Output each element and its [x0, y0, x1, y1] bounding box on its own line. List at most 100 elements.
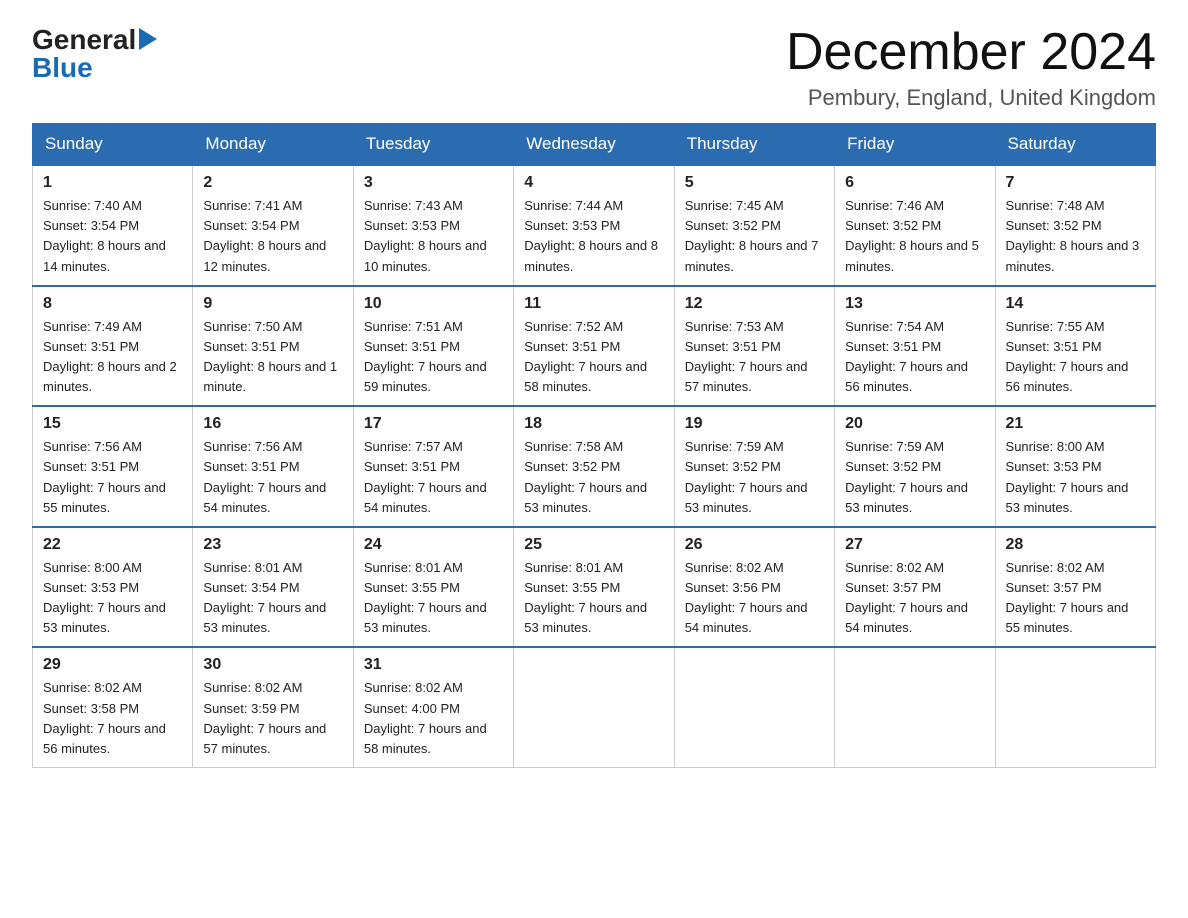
day-number: 31: [364, 656, 503, 674]
day-number: 7: [1006, 174, 1145, 192]
day-info: Sunrise: 7:57 AMSunset: 3:51 PMDaylight:…: [364, 437, 503, 518]
day-number: 27: [845, 536, 984, 554]
day-number: 18: [524, 415, 663, 433]
page-subtitle: Pembury, England, United Kingdom: [786, 85, 1156, 111]
calendar-day-26: 26 Sunrise: 8:02 AMSunset: 3:56 PMDayligh…: [674, 527, 834, 648]
calendar-day-29: 29Sunrise: 8:02 AMSunset: 3:58 PMDayligh…: [33, 647, 193, 767]
day-number: 19: [685, 415, 824, 433]
calendar-day-12: 12 Sunrise: 7:53 AMSunset: 3:51 PMDayligh…: [674, 286, 834, 407]
calendar-day-21: 21Sunrise: 8:00 AMSunset: 3:53 PMDayligh…: [995, 406, 1155, 527]
day-info: Sunrise: 8:02 AMSunset: 4:00 PMDaylight:…: [364, 678, 503, 759]
page-header: General Blue December 2024 Pembury, Engl…: [32, 24, 1156, 111]
calendar-header-row: Sunday Monday Tuesday Wednesday Thursday…: [33, 124, 1156, 166]
day-info: Sunrise: 7:56 AMSunset: 3:51 PMDaylight:…: [203, 437, 342, 518]
day-number: 9: [203, 295, 342, 313]
calendar-day-15: 15 Sunrise: 7:56 AMSunset: 3:51 PMDayligh…: [33, 406, 193, 527]
day-number: 25: [524, 536, 663, 554]
col-sunday: Sunday: [33, 124, 193, 166]
day-number: 4: [524, 174, 663, 192]
day-number: 30: [203, 656, 342, 674]
calendar-day-19: 19 Sunrise: 7:59 AMSunset: 3:52 PMDayligh…: [674, 406, 834, 527]
calendar-week-1: 1 Sunrise: 7:40 AMSunset: 3:54 PMDaylight…: [33, 165, 1156, 286]
day-number: 17: [364, 415, 503, 433]
calendar-day-3: 3Sunrise: 7:43 AMSunset: 3:53 PMDaylight…: [353, 165, 513, 286]
calendar-week-4: 22 Sunrise: 8:00 AMSunset: 3:53 PMDayligh…: [33, 527, 1156, 648]
calendar-empty-cell: [835, 647, 995, 767]
day-info: Sunrise: 8:01 AMSunset: 3:54 PMDaylight:…: [203, 558, 342, 639]
day-info: Sunrise: 7:40 AMSunset: 3:54 PMDaylight:…: [43, 196, 182, 277]
day-info: Sunrise: 7:46 AMSunset: 3:52 PMDaylight:…: [845, 196, 984, 277]
day-info: Sunrise: 8:02 AMSunset: 3:56 PMDaylight:…: [685, 558, 824, 639]
calendar-day-31: 31 Sunrise: 8:02 AMSunset: 4:00 PMDayligh…: [353, 647, 513, 767]
calendar-day-11: 11Sunrise: 7:52 AMSunset: 3:51 PMDayligh…: [514, 286, 674, 407]
day-number: 5: [685, 174, 824, 192]
calendar-day-8: 8Sunrise: 7:49 AMSunset: 3:51 PMDaylight…: [33, 286, 193, 407]
calendar-empty-cell: [995, 647, 1155, 767]
day-info: Sunrise: 8:01 AMSunset: 3:55 PMDaylight:…: [524, 558, 663, 639]
calendar-day-5: 5 Sunrise: 7:45 AMSunset: 3:52 PMDaylight…: [674, 165, 834, 286]
day-info: Sunrise: 8:00 AMSunset: 3:53 PMDaylight:…: [43, 558, 182, 639]
day-number: 16: [203, 415, 342, 433]
calendar-day-22: 22 Sunrise: 8:00 AMSunset: 3:53 PMDayligh…: [33, 527, 193, 648]
day-number: 15: [43, 415, 182, 433]
day-info: Sunrise: 7:53 AMSunset: 3:51 PMDaylight:…: [685, 317, 824, 398]
calendar-day-17: 17 Sunrise: 7:57 AMSunset: 3:51 PMDayligh…: [353, 406, 513, 527]
day-info: Sunrise: 7:45 AMSunset: 3:52 PMDaylight:…: [685, 196, 824, 277]
calendar-day-28: 28 Sunrise: 8:02 AMSunset: 3:57 PMDayligh…: [995, 527, 1155, 648]
calendar-day-13: 13 Sunrise: 7:54 AMSunset: 3:51 PMDayligh…: [835, 286, 995, 407]
col-saturday: Saturday: [995, 124, 1155, 166]
calendar-day-30: 30Sunrise: 8:02 AMSunset: 3:59 PMDayligh…: [193, 647, 353, 767]
logo-blue-text: Blue: [32, 52, 93, 84]
col-thursday: Thursday: [674, 124, 834, 166]
calendar-day-18: 18 Sunrise: 7:58 AMSunset: 3:52 PMDayligh…: [514, 406, 674, 527]
calendar-day-27: 27 Sunrise: 8:02 AMSunset: 3:57 PMDayligh…: [835, 527, 995, 648]
day-number: 20: [845, 415, 984, 433]
calendar-day-20: 20 Sunrise: 7:59 AMSunset: 3:52 PMDayligh…: [835, 406, 995, 527]
day-number: 13: [845, 295, 984, 313]
day-info: Sunrise: 8:02 AMSunset: 3:57 PMDaylight:…: [845, 558, 984, 639]
day-info: Sunrise: 7:49 AMSunset: 3:51 PMDaylight:…: [43, 317, 182, 398]
calendar-day-9: 9Sunrise: 7:50 AMSunset: 3:51 PMDaylight…: [193, 286, 353, 407]
day-number: 11: [524, 295, 663, 313]
day-info: Sunrise: 7:56 AMSunset: 3:51 PMDaylight:…: [43, 437, 182, 518]
day-number: 26: [685, 536, 824, 554]
day-info: Sunrise: 7:44 AMSunset: 3:53 PMDaylight:…: [524, 196, 663, 277]
day-info: Sunrise: 7:51 AMSunset: 3:51 PMDaylight:…: [364, 317, 503, 398]
col-friday: Friday: [835, 124, 995, 166]
logo: General Blue: [32, 24, 157, 84]
calendar-empty-cell: [674, 647, 834, 767]
day-number: 2: [203, 174, 342, 192]
day-number: 12: [685, 295, 824, 313]
calendar-week-2: 8Sunrise: 7:49 AMSunset: 3:51 PMDaylight…: [33, 286, 1156, 407]
day-info: Sunrise: 7:58 AMSunset: 3:52 PMDaylight:…: [524, 437, 663, 518]
day-number: 1: [43, 174, 182, 192]
calendar-day-2: 2Sunrise: 7:41 AMSunset: 3:54 PMDaylight…: [193, 165, 353, 286]
day-info: Sunrise: 8:02 AMSunset: 3:57 PMDaylight:…: [1006, 558, 1145, 639]
calendar-empty-cell: [514, 647, 674, 767]
calendar-day-23: 23 Sunrise: 8:01 AMSunset: 3:54 PMDayligh…: [193, 527, 353, 648]
day-number: 24: [364, 536, 503, 554]
calendar-day-10: 10 Sunrise: 7:51 AMSunset: 3:51 PMDayligh…: [353, 286, 513, 407]
calendar-week-3: 15 Sunrise: 7:56 AMSunset: 3:51 PMDayligh…: [33, 406, 1156, 527]
day-info: Sunrise: 8:02 AMSunset: 3:58 PMDaylight:…: [43, 678, 182, 759]
title-block: December 2024 Pembury, England, United K…: [786, 24, 1156, 111]
day-info: Sunrise: 8:01 AMSunset: 3:55 PMDaylight:…: [364, 558, 503, 639]
day-number: 10: [364, 295, 503, 313]
calendar-day-4: 4 Sunrise: 7:44 AMSunset: 3:53 PMDaylight…: [514, 165, 674, 286]
page-title: December 2024: [786, 24, 1156, 81]
calendar-day-1: 1 Sunrise: 7:40 AMSunset: 3:54 PMDaylight…: [33, 165, 193, 286]
day-info: Sunrise: 7:54 AMSunset: 3:51 PMDaylight:…: [845, 317, 984, 398]
day-number: 23: [203, 536, 342, 554]
day-number: 21: [1006, 415, 1145, 433]
day-number: 28: [1006, 536, 1145, 554]
day-info: Sunrise: 7:59 AMSunset: 3:52 PMDaylight:…: [685, 437, 824, 518]
day-info: Sunrise: 7:59 AMSunset: 3:52 PMDaylight:…: [845, 437, 984, 518]
logo-arrow-icon: [139, 28, 157, 55]
calendar-week-5: 29Sunrise: 8:02 AMSunset: 3:58 PMDayligh…: [33, 647, 1156, 767]
col-tuesday: Tuesday: [353, 124, 513, 166]
calendar-day-7: 7Sunrise: 7:48 AMSunset: 3:52 PMDaylight…: [995, 165, 1155, 286]
day-info: Sunrise: 7:55 AMSunset: 3:51 PMDaylight:…: [1006, 317, 1145, 398]
day-number: 22: [43, 536, 182, 554]
calendar-day-24: 24 Sunrise: 8:01 AMSunset: 3:55 PMDayligh…: [353, 527, 513, 648]
day-number: 3: [364, 174, 503, 192]
